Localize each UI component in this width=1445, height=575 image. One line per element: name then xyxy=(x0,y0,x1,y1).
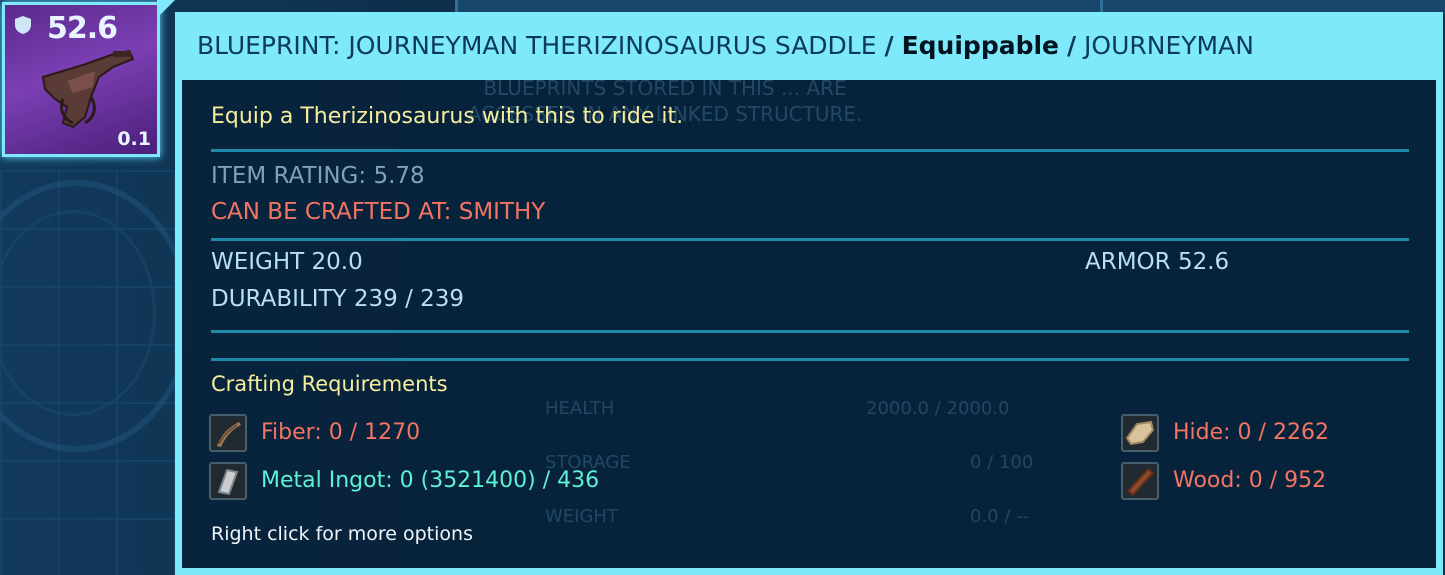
crafted-at: CAN BE CRAFTED AT: SMITHY xyxy=(211,199,546,225)
tooltip-content: Equip a Therizinosaurus with this to rid… xyxy=(175,0,1443,575)
inventory-item-slot[interactable]: 52.6 0.1 xyxy=(2,2,160,157)
divider xyxy=(211,330,1409,333)
saddle-icon xyxy=(41,49,135,129)
item-rating: ITEM RATING: 5.78 xyxy=(211,163,425,189)
requirement-label: Wood: 0 / 952 xyxy=(1173,468,1327,493)
divider xyxy=(211,358,1409,361)
weight-stat: WEIGHT 20.0 xyxy=(211,249,363,275)
requirement-label: Fiber: 0 / 1270 xyxy=(261,420,421,445)
right-click-hint: Right click for more options xyxy=(211,523,473,545)
slot-corner-accent xyxy=(157,0,175,18)
requirement-label: Metal Ingot: 0 (3521400) / 436 xyxy=(261,468,600,493)
durability-stat: DURABILITY 239 / 239 xyxy=(211,286,465,312)
divider xyxy=(211,238,1409,241)
item-description: Equip a Therizinosaurus with this to rid… xyxy=(211,104,684,129)
armor-stat: ARMOR 52.6 xyxy=(1085,249,1230,275)
metal-ingot-icon xyxy=(209,462,247,500)
fiber-icon xyxy=(209,414,247,452)
item-weight-value: 0.1 xyxy=(117,128,151,150)
requirement-label: Hide: 0 / 2262 xyxy=(1173,420,1329,445)
divider xyxy=(211,149,1409,152)
hide-icon xyxy=(1121,414,1159,452)
wood-icon xyxy=(1121,462,1159,500)
shield-icon xyxy=(15,16,31,34)
crafting-requirements-title: Crafting Requirements xyxy=(211,372,448,396)
